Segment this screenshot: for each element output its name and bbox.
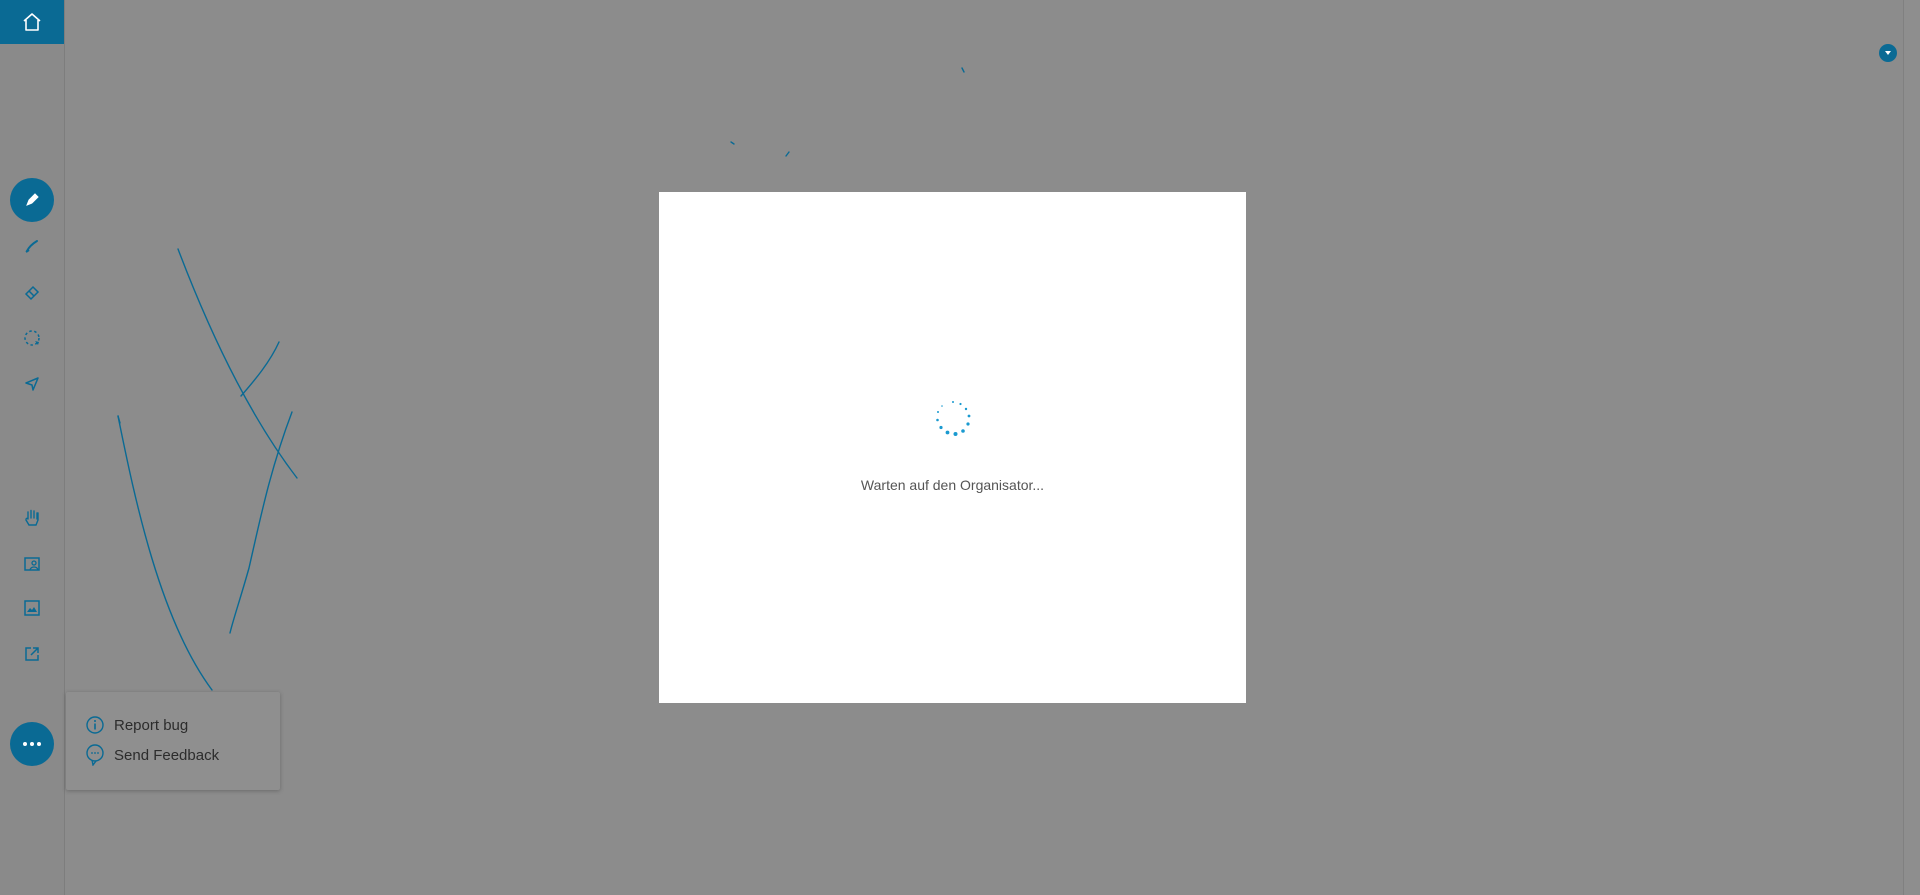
eraser-tool-button[interactable] xyxy=(10,270,54,314)
highlighter-icon xyxy=(25,240,38,253)
home-icon xyxy=(23,13,41,31)
pointer-tool-button[interactable] xyxy=(10,362,54,406)
vertical-scrollbar[interactable] xyxy=(1903,0,1920,895)
more-options-button[interactable] xyxy=(10,722,54,766)
ink-stroke xyxy=(240,341,280,397)
feedback-menu: Report bug Send Feedback xyxy=(66,692,280,790)
send-feedback-item[interactable]: Send Feedback xyxy=(84,744,219,766)
ink-stroke xyxy=(785,151,790,157)
hand-icon xyxy=(25,509,39,526)
feedback-icon xyxy=(84,744,106,766)
loading-spinner-icon xyxy=(936,401,971,436)
report-bug-item[interactable]: Report bug xyxy=(84,714,188,736)
highlighter-tool-button[interactable] xyxy=(10,224,54,268)
waiting-dialog: Warten auf den Organisator... xyxy=(659,192,1246,703)
ink-stroke xyxy=(229,411,293,634)
image-icon xyxy=(24,600,40,616)
ink-stroke xyxy=(117,415,213,691)
pen-tool-button[interactable] xyxy=(10,178,54,222)
share-icon xyxy=(25,647,39,661)
ink-stroke xyxy=(730,141,735,145)
chevron-down-icon xyxy=(1885,51,1891,55)
image-tool-button[interactable] xyxy=(10,586,54,630)
ellipsis-icon xyxy=(23,742,41,746)
ink-stroke xyxy=(177,248,298,479)
send-feedback-label: Send Feedback xyxy=(114,746,220,764)
hand-tool-button[interactable] xyxy=(10,496,54,540)
pointer-icon xyxy=(25,377,39,391)
toolbar-sidebar xyxy=(0,0,65,895)
add-image-tool-button[interactable] xyxy=(10,542,54,586)
lasso-tool-button[interactable] xyxy=(10,316,54,360)
add-image-icon xyxy=(24,557,40,571)
report-bug-label: Report bug xyxy=(114,716,189,734)
info-icon xyxy=(84,714,106,736)
ink-stroke xyxy=(117,415,121,424)
eraser-icon xyxy=(24,285,40,301)
ink-stroke xyxy=(961,67,965,73)
waiting-message: Warten auf den Organisator... xyxy=(860,477,1045,493)
share-tool-button[interactable] xyxy=(10,632,54,676)
dropdown-toggle-button[interactable] xyxy=(1879,44,1897,62)
home-button[interactable] xyxy=(0,0,64,44)
pen-icon xyxy=(26,193,39,206)
lasso-icon xyxy=(24,330,40,346)
